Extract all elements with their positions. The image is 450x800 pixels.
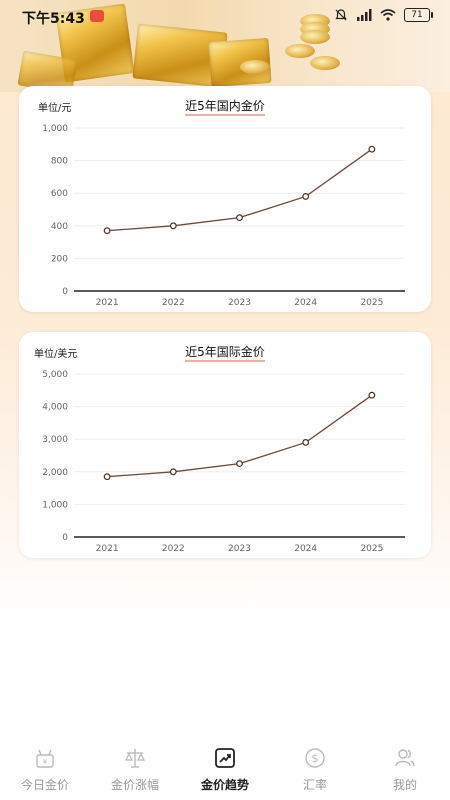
x-tick-label: 2023 bbox=[228, 544, 251, 554]
data-point bbox=[169, 222, 177, 230]
gold-coin-image bbox=[285, 44, 315, 58]
scale-icon bbox=[125, 749, 145, 768]
domestic-price-card: 单位/元 近5年国内金价 0 200 400 600 800 1,000 2021 2022 2… bbox=[19, 86, 431, 312]
y-tick-label: 0 bbox=[62, 287, 68, 297]
y-tick-label: 3,000 bbox=[42, 435, 68, 445]
y-tick-label: 200 bbox=[51, 254, 68, 264]
users-icon bbox=[395, 749, 415, 767]
international-price-chart: 0 1,000 2,000 3,000 4,000 5,000 2021 2022 2023 20… bbox=[42, 370, 405, 554]
gold-coin-image bbox=[310, 56, 340, 70]
x-tick-label: 2024 bbox=[294, 298, 317, 308]
nav-label: 我的 bbox=[392, 778, 417, 792]
status-time: 下午5:43 bbox=[22, 11, 85, 27]
x-tick-label: 2023 bbox=[228, 298, 251, 308]
y-tick-label: 2,000 bbox=[42, 468, 68, 478]
y-tick-label: 1,000 bbox=[42, 500, 68, 510]
signal-icon bbox=[357, 9, 372, 21]
battery-icon: 71 bbox=[404, 8, 433, 22]
svg-text:$: $ bbox=[312, 752, 319, 765]
x-tick-label: 2025 bbox=[360, 544, 383, 554]
y-tick-label: 400 bbox=[51, 222, 68, 232]
y-tick-label: 600 bbox=[51, 189, 68, 199]
nav-item-today-price[interactable]: ¥ 今日金价 bbox=[0, 742, 90, 800]
y-tick-label: 800 bbox=[51, 157, 68, 167]
data-point bbox=[236, 460, 243, 468]
data-point bbox=[302, 439, 310, 446]
mute-icon bbox=[335, 9, 347, 21]
x-tick-label: 2021 bbox=[96, 298, 119, 308]
x-tick-label: 2024 bbox=[294, 544, 317, 554]
international-price-card: 单位/美元 近5年国际金价 0 1,000 2,000 3,000 4,000 5,000… bbox=[19, 332, 431, 558]
y-tick-label: 4,000 bbox=[42, 403, 68, 413]
svg-text:¥: ¥ bbox=[43, 758, 48, 766]
nav-item-profile[interactable]: 我的 bbox=[360, 742, 450, 800]
bottom-nav: ¥ 今日金价 金价涨幅 金价趋势 $ 汇率 我的 bbox=[0, 742, 450, 800]
app-notification-icon bbox=[90, 10, 104, 22]
wifi-icon bbox=[380, 9, 396, 21]
nav-label: 汇率 bbox=[302, 778, 327, 792]
y-tick-label: 1,000 bbox=[42, 124, 68, 134]
y-tick-label: 0 bbox=[62, 533, 68, 543]
nav-label: 金价涨幅 bbox=[110, 778, 159, 792]
x-tick-label: 2021 bbox=[96, 544, 119, 554]
y-tick-label: 5,000 bbox=[42, 370, 68, 380]
nav-item-exchange-rate[interactable]: $ 汇率 bbox=[270, 742, 360, 800]
x-tick-label: 2025 bbox=[360, 298, 383, 308]
data-point bbox=[302, 193, 310, 200]
domestic-price-chart: 0 200 400 600 800 1,000 2021 2022 2023 2024 2025 bbox=[42, 124, 405, 308]
data-point bbox=[236, 214, 243, 222]
x-tick-label: 2022 bbox=[162, 544, 185, 554]
x-tick-label: 2022 bbox=[162, 298, 185, 308]
nav-label: 金价趋势 bbox=[200, 778, 249, 792]
data-point bbox=[169, 468, 177, 476]
nav-label: 今日金价 bbox=[20, 778, 69, 792]
status-bar: 下午5:43 71 bbox=[0, 0, 450, 34]
gift-icon: ¥ bbox=[36, 749, 54, 768]
gold-coin-image bbox=[240, 60, 270, 74]
nav-item-price-change[interactable]: 金价涨幅 bbox=[90, 742, 180, 800]
nav-item-price-trend[interactable]: 金价趋势 bbox=[180, 742, 270, 800]
trend-chart-icon bbox=[215, 748, 235, 768]
data-point bbox=[368, 391, 376, 399]
data-point bbox=[103, 473, 111, 481]
dollar-circle-icon: $ bbox=[305, 748, 325, 768]
data-point bbox=[103, 227, 111, 235]
status-icons: 71 bbox=[334, 8, 433, 22]
data-point bbox=[368, 145, 376, 153]
